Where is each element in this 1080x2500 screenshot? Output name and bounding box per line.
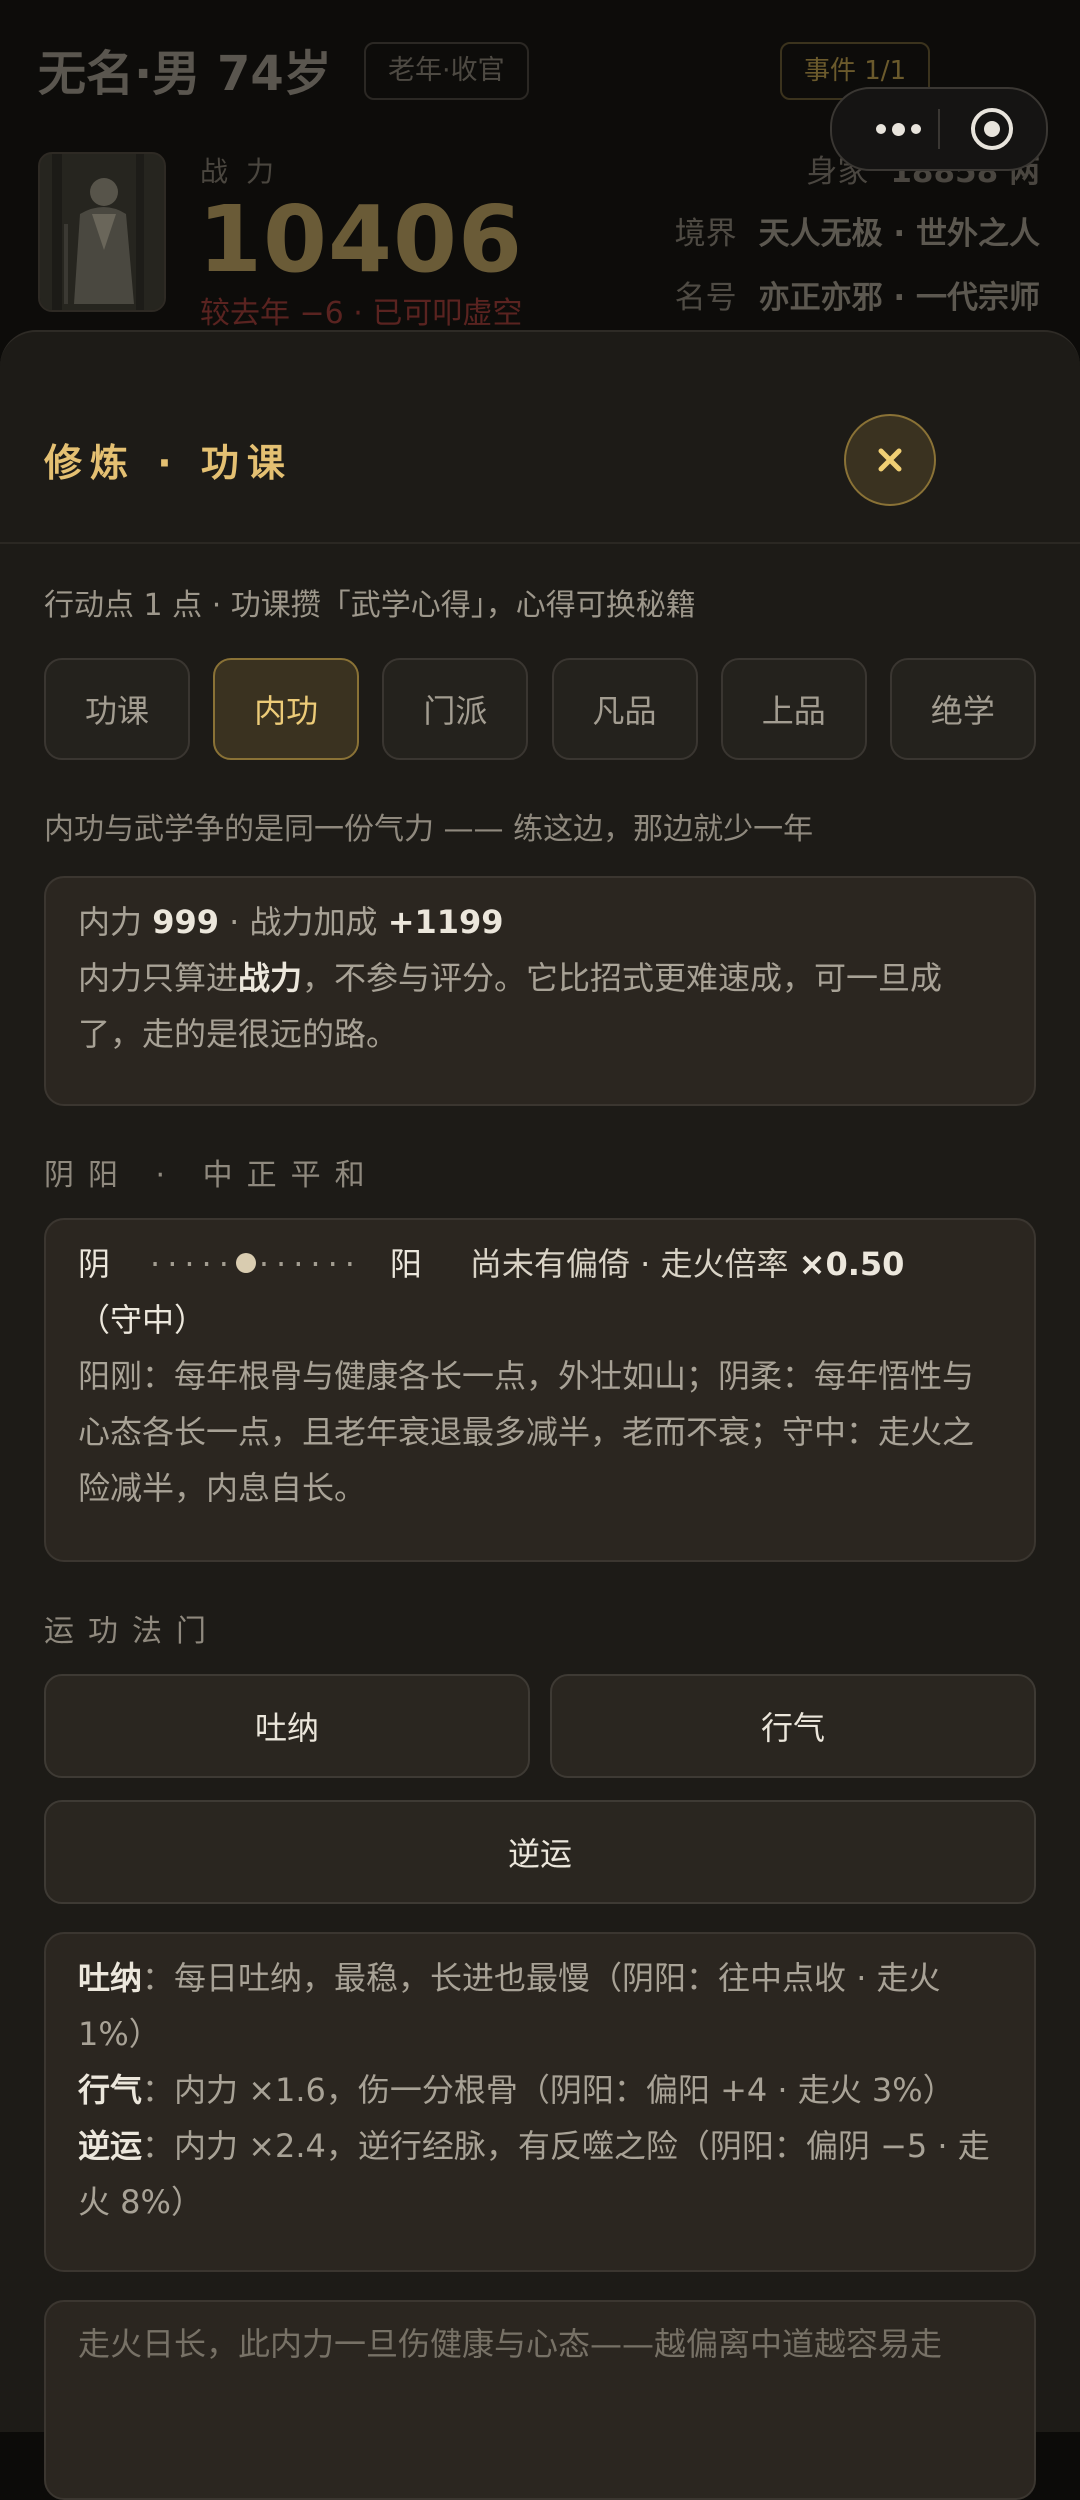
- yinyang-card: 阴 ····· ······ 阳尚未有偏倚 · 走火倍率 ×0.50 （守中） 阳刚：…: [44, 1218, 1036, 1562]
- category-tabs: 功课 内功 门派 凡品 上品 绝学: [44, 658, 1036, 762]
- title-row: 名号 亦正亦邪 · 一代宗师: [675, 272, 1040, 317]
- scale-right: ······: [258, 1245, 362, 1283]
- bonus-value: +1199: [387, 903, 504, 941]
- neili-label: 内力: [78, 903, 143, 941]
- method-desc-text: ：每日吐纳，最稳，长进也最慢（阴阳：往中点收 · 走火 1%）: [78, 1959, 941, 2053]
- neili-value: 999: [152, 903, 219, 941]
- close-button[interactable]: [844, 414, 936, 506]
- yang-label: 阳: [389, 1245, 422, 1283]
- status-header: 无名·男 74岁 老年·收官 事件 1/1 战力 10406 较去年 −6 · …: [0, 0, 1080, 340]
- title-label: 名号: [674, 280, 737, 316]
- method-desc-name: 逆运: [78, 2127, 143, 2165]
- character-name: 无名·男 74岁: [38, 46, 332, 102]
- method-desc-tuna: 吐纳：每日吐纳，最稳，长进也最慢（阴阳：往中点收 · 走火 1%）: [78, 1950, 1002, 2062]
- method-niyun-button[interactable]: 逆运: [44, 1800, 1036, 1904]
- method-desc-text: ：内力 ×1.6，伤一分根骨（阴阳：偏阳 +4 · 走火 3%）: [142, 2071, 955, 2109]
- zouhuo-multiplier: ×0.50: [798, 1245, 905, 1283]
- yinyang-meter: 阴 ····· ······ 阳尚未有偏倚 · 走火倍率 ×0.50: [78, 1236, 1002, 1292]
- training-sheet: 修炼 · 功课 行动点 1 点 · 功课攒「武学心得」，心得可换秘籍 功课 内功…: [0, 330, 1080, 2500]
- methods-section-title: 运功法门: [44, 1614, 220, 1649]
- neili-desc-prefix: 内力只算进: [78, 959, 239, 997]
- tab-juexue[interactable]: 绝学: [889, 658, 1036, 760]
- neili-separator: ·: [229, 903, 240, 941]
- avatar[interactable]: [38, 152, 166, 312]
- neili-description: 内力只算进战力，不参与评分。它比招式更难速成，可一旦成了，走的是很远的路。: [78, 950, 1002, 1062]
- more-dots-icon[interactable]: [858, 89, 938, 169]
- life-stage-badge: 老年·收官: [364, 42, 529, 100]
- title-value: 亦正亦邪 · 一代宗师: [758, 280, 1040, 316]
- scale-left: ·····: [150, 1245, 236, 1283]
- combat-power-change: 较去年 −6 · 已可叩虚空: [200, 296, 523, 331]
- method-description-card: 吐纳：每日吐纳，最稳，长进也最慢（阴阳：往中点收 · 走火 1%） 行气：内力 …: [44, 1932, 1036, 2272]
- yin-label: 阴: [78, 1245, 111, 1283]
- realm-value: 天人无极 · 世外之人: [758, 216, 1040, 252]
- mini-program-capsule: [830, 87, 1048, 171]
- tab-neigong[interactable]: 内功: [213, 658, 360, 760]
- method-xingqi-button[interactable]: 行气: [550, 1674, 1036, 1778]
- neili-stats: 内力 999 · 战力加成 +1199: [78, 894, 1002, 950]
- method-desc-niyun: 逆运：内力 ×2.4，逆行经脉，有反噬之险（阴阳：偏阴 −5 · 走火 8%）: [78, 2118, 1002, 2230]
- neili-card: 内力 999 · 战力加成 +1199 内力只算进战力，不参与评分。它比招式更难…: [44, 876, 1036, 1106]
- neili-desc-bold: 战力: [238, 959, 303, 997]
- sheet-title: 修炼 · 功课: [44, 441, 293, 485]
- method-desc-name: 吐纳: [78, 1959, 143, 1997]
- yinyang-position-dot: [235, 1253, 256, 1273]
- capsule-divider: [938, 109, 940, 149]
- mini-program-close-icon[interactable]: [969, 106, 1015, 152]
- warning-card: 走火日长，此内力一旦伤健康与心态——越偏离中道越容易走: [44, 2300, 1036, 2500]
- yinyang-description: 阳刚：每年根骨与健康各长一点，外壮如山；阴柔：每年悟性与心态各长一点，且老年衰退…: [78, 1357, 975, 1507]
- realm-label: 境界: [674, 216, 737, 252]
- combat-power-value: 10406: [198, 186, 524, 293]
- method-tuna-button[interactable]: 吐纳: [44, 1674, 530, 1778]
- sheet-divider: [0, 542, 1080, 544]
- method-desc-xingqi: 行气：内力 ×1.6，伤一分根骨（阴阳：偏阳 +4 · 走火 3%）: [78, 2062, 1002, 2118]
- method-desc-name: 行气: [78, 2071, 143, 2109]
- tab-menpai[interactable]: 门派: [382, 658, 529, 760]
- combat-power-label: 战力: [200, 155, 293, 188]
- yinyang-mode: （守中）: [78, 1301, 207, 1339]
- realm-row: 境界 天人无极 · 世外之人: [675, 208, 1040, 253]
- method-desc-text: ：内力 ×2.4，逆行经脉，有反噬之险（阴阳：偏阴 −5 · 走火 8%）: [78, 2127, 990, 2221]
- tab-shangpin[interactable]: 上品: [720, 658, 867, 760]
- warning-text: 走火日长，此内力一旦伤健康与心态——越偏离中道越容易走: [78, 2325, 943, 2363]
- warrior-portrait-icon: [40, 154, 164, 310]
- yinyang-scale: ····· ······: [150, 1236, 362, 1292]
- tab-gongke[interactable]: 功课: [44, 658, 190, 760]
- tab-fanpin[interactable]: 凡品: [551, 658, 698, 760]
- yinyang-section-title: 阴阳 · 中正平和: [44, 1158, 379, 1193]
- close-x-icon: [878, 448, 902, 472]
- bonus-label: 战力加成: [249, 903, 378, 941]
- yinyang-status: 尚未有偏倚 · 走火倍率: [469, 1245, 789, 1283]
- tradeoff-note: 内功与武学争的是同一份气力 —— 练这边，那边就少一年: [44, 812, 814, 847]
- action-points-intro: 行动点 1 点 · 功课攒「武学心得」，心得可换秘籍: [44, 588, 696, 623]
